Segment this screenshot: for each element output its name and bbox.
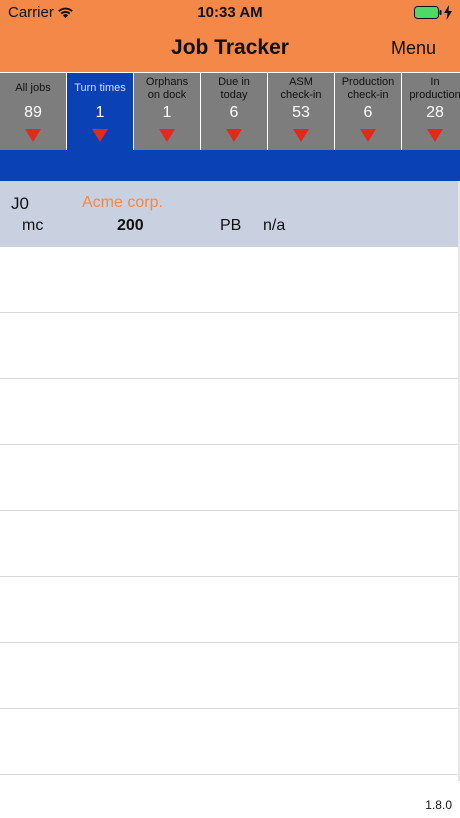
tab-count: 28 (426, 104, 444, 121)
tab-count: 1 (95, 104, 105, 121)
tab-count: 1 (162, 104, 172, 121)
status-bar: Carrier 10:33 AM (0, 0, 460, 26)
empty-list-row (0, 709, 460, 775)
dropdown-triangle-icon (92, 129, 108, 142)
empty-list-row (0, 577, 460, 643)
app-header: Carrier 10:33 AM Job Tracker Menu (0, 0, 460, 72)
job-unit: mc (22, 217, 44, 234)
tab-all-jobs[interactable]: All jobs 89 (0, 73, 67, 150)
dropdown-triangle-icon (427, 129, 443, 142)
tab-count: 53 (292, 104, 310, 121)
dropdown-triangle-icon (159, 129, 175, 142)
dropdown-triangle-icon (25, 129, 41, 142)
job-code: PB (220, 217, 242, 234)
empty-list-row (0, 511, 460, 577)
job-quantity: 200 (117, 217, 144, 234)
empty-list-row (0, 643, 460, 709)
dropdown-triangle-icon (360, 129, 376, 142)
tab-label: In production (409, 76, 460, 101)
job-status: n/a (263, 217, 286, 234)
tab-in-production[interactable]: In production 28 (402, 73, 460, 150)
tab-turn-times[interactable]: Turn times 1 (67, 73, 134, 150)
empty-list-row (0, 445, 460, 511)
job-row[interactable]: J0 Acme corp. mc 200 PB n/a (0, 181, 460, 247)
tab-orphans-on-dock[interactable]: Orphans on dock 1 (134, 73, 201, 150)
job-id: J0 (11, 194, 29, 213)
tab-label: Due in today (218, 76, 250, 101)
dropdown-triangle-icon (293, 129, 309, 142)
battery-icon (414, 6, 442, 19)
empty-list-row (0, 313, 460, 379)
tab-label: ASM check-in (280, 76, 322, 101)
filter-tabs: All jobs 89 Turn times 1 Orphans on dock… (0, 73, 460, 150)
tab-count: 6 (229, 104, 239, 121)
tab-label: Production check-in (341, 76, 395, 101)
tab-count: 89 (24, 104, 42, 121)
tab-production-check-in[interactable]: Production check-in 6 (335, 73, 402, 150)
charging-bolt-icon (444, 5, 452, 20)
empty-list-row (0, 379, 460, 445)
tab-label: Orphans on dock (145, 76, 189, 101)
tab-label: Turn times (74, 82, 126, 94)
tab-count: 6 (363, 104, 373, 121)
selected-tab-band (0, 150, 460, 181)
job-customer: Acme corp. (82, 194, 163, 211)
clock: 10:33 AM (197, 4, 263, 21)
job-list (0, 247, 460, 775)
tab-due-in-today[interactable]: Due in today 6 (201, 73, 268, 150)
dropdown-triangle-icon (226, 129, 242, 142)
menu-button[interactable]: Menu (391, 38, 436, 59)
empty-list-row (0, 247, 460, 313)
app-version: 1.8.0 (425, 798, 452, 812)
tab-asm-check-in[interactable]: ASM check-in 53 (268, 73, 335, 150)
tab-label: All jobs (15, 82, 51, 94)
